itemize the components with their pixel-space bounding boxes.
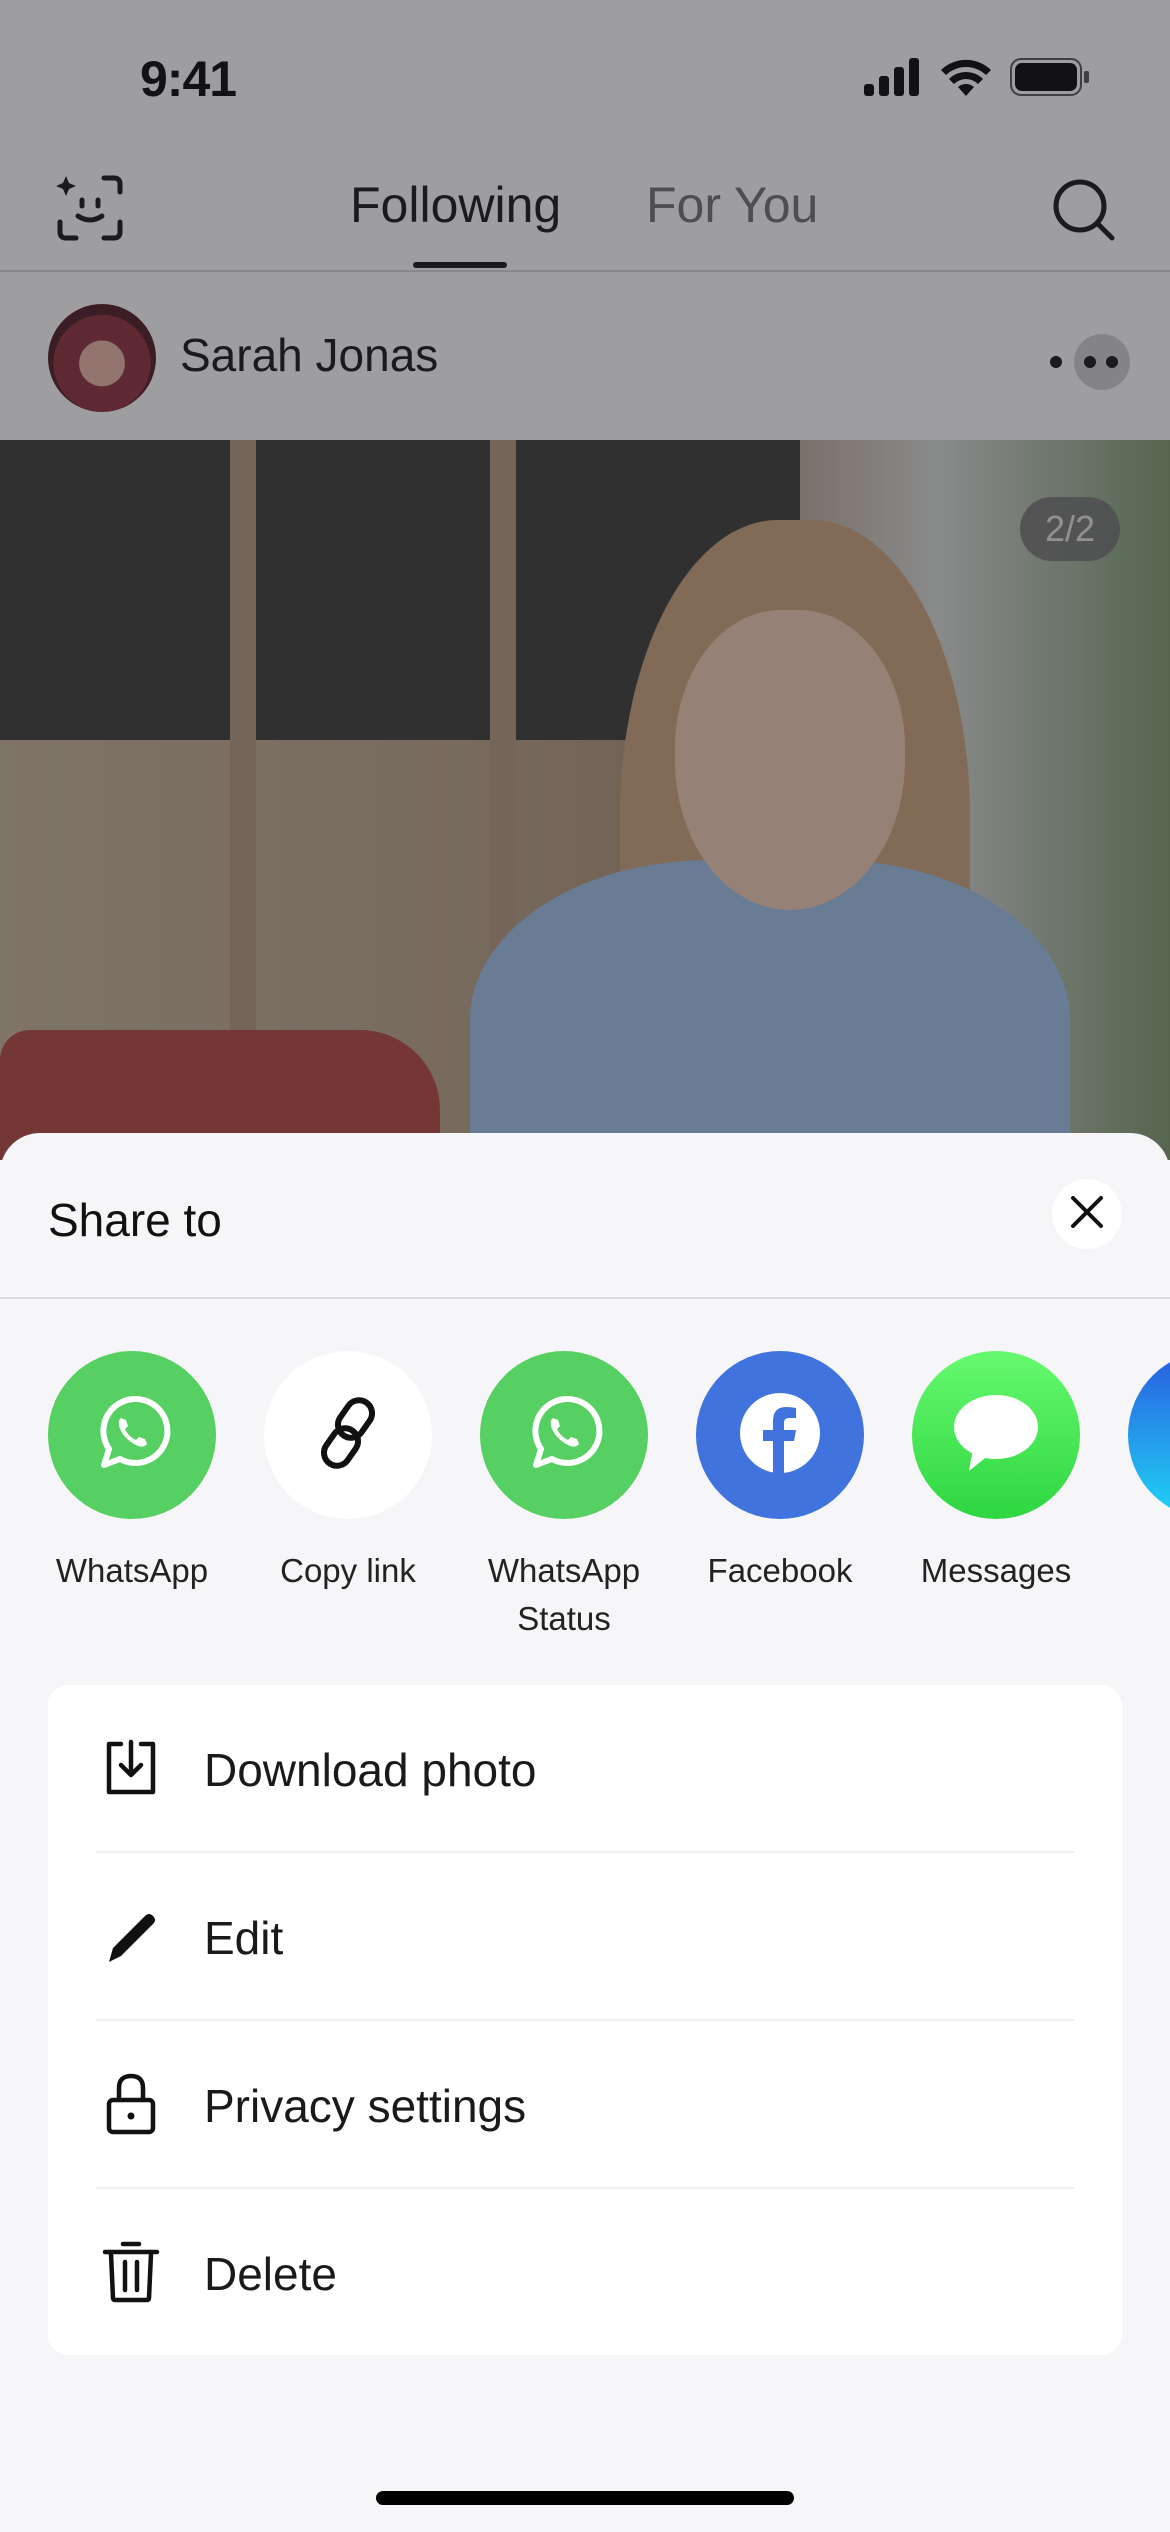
pencil-icon bbox=[98, 1903, 164, 1969]
download-icon bbox=[98, 1735, 164, 1801]
share-copy-link[interactable]: Copy link bbox=[240, 1351, 456, 1595]
page-indicator: 2/2 bbox=[1020, 497, 1120, 561]
wifi-icon bbox=[940, 58, 992, 101]
trash-icon bbox=[98, 2239, 164, 2305]
post-header: Sarah Jonas bbox=[0, 274, 1170, 440]
share-sheet-header: Share to bbox=[0, 1133, 1170, 1299]
close-icon bbox=[1070, 1195, 1104, 1234]
messages-icon bbox=[949, 1391, 1043, 1480]
share-circle bbox=[912, 1351, 1080, 1519]
action-label: Privacy settings bbox=[204, 2080, 527, 2132]
status-bar: 9:41 bbox=[0, 0, 1170, 150]
lock-icon bbox=[98, 2071, 164, 2137]
home-indicator[interactable] bbox=[376, 2491, 794, 2505]
share-label: WhatsApp bbox=[55, 1552, 209, 1589]
tab-following[interactable]: Following bbox=[350, 176, 561, 234]
share-targets[interactable]: WhatsApp Copy link WhatsApp Status Faceb… bbox=[0, 1351, 1170, 1651]
share-more-app[interactable] bbox=[1104, 1351, 1170, 1519]
share-whatsapp-status[interactable]: WhatsApp Status bbox=[456, 1351, 672, 1643]
search-button[interactable] bbox=[1048, 174, 1120, 246]
tab-for-you[interactable]: For You bbox=[646, 176, 818, 234]
share-label: Messages bbox=[920, 1552, 1072, 1589]
face-scan-sparkle-icon bbox=[52, 175, 128, 250]
post-photo[interactable]: 2/2 bbox=[0, 440, 1170, 1160]
author-name[interactable]: Sarah Jonas bbox=[180, 328, 438, 382]
more-options-button[interactable] bbox=[1050, 334, 1130, 390]
whatsapp-icon bbox=[90, 1391, 174, 1480]
share-label: WhatsApp Status bbox=[456, 1547, 672, 1643]
face-scan-button[interactable] bbox=[52, 170, 128, 246]
partial-app-icon bbox=[1128, 1351, 1170, 1519]
action-delete[interactable]: Delete bbox=[48, 2189, 1122, 2357]
author-avatar[interactable] bbox=[48, 304, 156, 412]
share-label: Facebook bbox=[707, 1552, 853, 1589]
share-circle bbox=[264, 1351, 432, 1519]
feed-screen: 9:41 Following For You Sarah Jonas 2/2 bbox=[0, 0, 1170, 1160]
facebook-icon bbox=[738, 1391, 822, 1480]
share-actions-list: Download photo Edit Privacy settings Del… bbox=[48, 1685, 1122, 2355]
action-edit[interactable]: Edit bbox=[48, 1853, 1122, 2021]
active-tab-indicator bbox=[413, 262, 507, 268]
share-label: Copy link bbox=[280, 1552, 416, 1589]
share-circle bbox=[696, 1351, 864, 1519]
share-label-line2: Status bbox=[517, 1600, 611, 1637]
share-sheet-title: Share to bbox=[48, 1194, 222, 1246]
share-messages[interactable]: Messages bbox=[888, 1351, 1104, 1595]
action-label: Delete bbox=[204, 2248, 337, 2300]
cellular-signal-icon bbox=[864, 58, 922, 101]
share-sheet: Share to WhatsApp Copy link WhatsApp Sta… bbox=[0, 1133, 1170, 2532]
action-label: Edit bbox=[204, 1912, 284, 1964]
close-button[interactable] bbox=[1052, 1179, 1122, 1249]
battery-icon bbox=[1010, 58, 1090, 101]
status-icons bbox=[864, 58, 1090, 101]
action-privacy-settings[interactable]: Privacy settings bbox=[48, 2021, 1122, 2189]
action-download-photo[interactable]: Download photo bbox=[48, 1685, 1122, 1853]
whatsapp-icon bbox=[522, 1391, 606, 1480]
share-label-line1: WhatsApp bbox=[487, 1552, 641, 1589]
share-circle bbox=[480, 1351, 648, 1519]
search-icon bbox=[1048, 179, 1120, 250]
action-label: Download photo bbox=[204, 1744, 537, 1796]
share-whatsapp[interactable]: WhatsApp bbox=[24, 1351, 240, 1595]
share-facebook[interactable]: Facebook bbox=[672, 1351, 888, 1595]
link-icon bbox=[308, 1393, 388, 1478]
status-time: 9:41 bbox=[140, 51, 237, 107]
top-nav: Following For You bbox=[0, 150, 1170, 272]
share-circle bbox=[48, 1351, 216, 1519]
